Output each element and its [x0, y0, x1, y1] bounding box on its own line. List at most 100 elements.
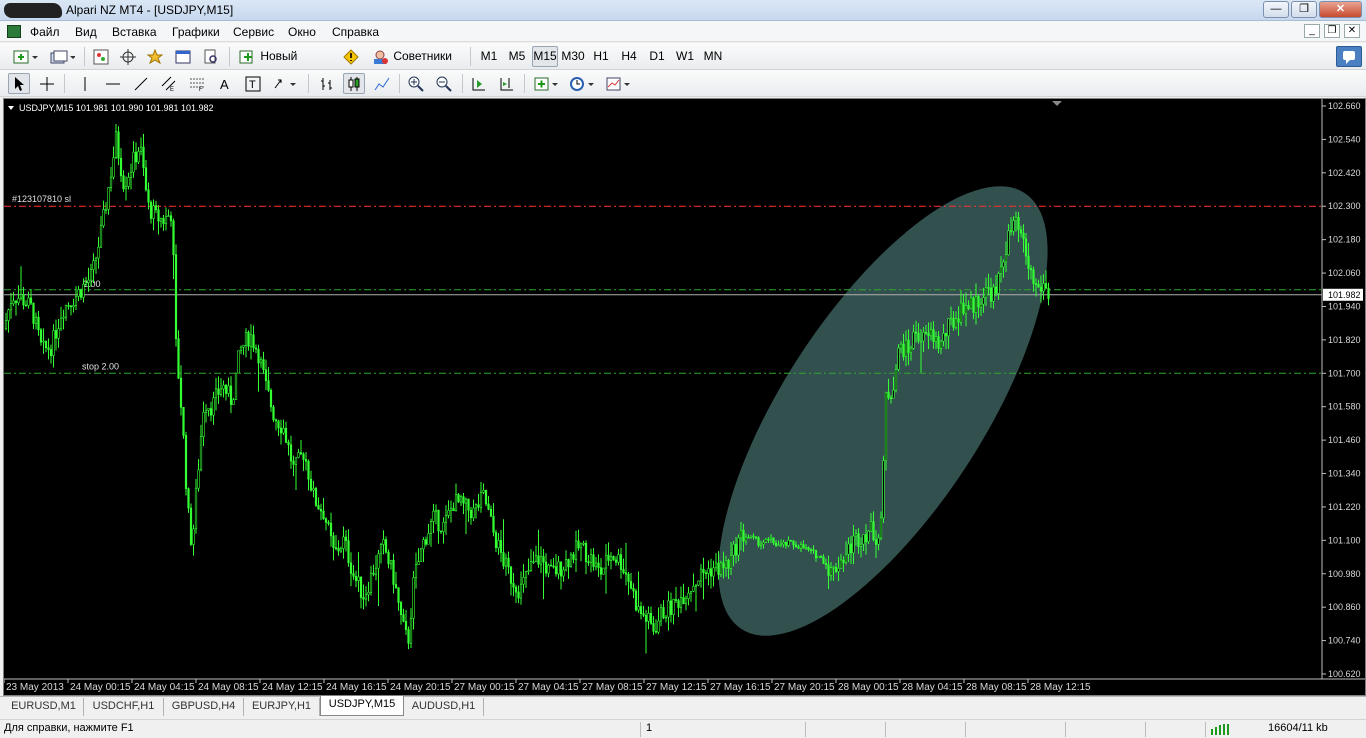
- y-tick-label: 101.700: [1328, 368, 1361, 378]
- candle-body: [632, 587, 635, 592]
- x-tick-label: 28 May 08:15: [966, 682, 1027, 693]
- tf-m30-button[interactable]: M30: [560, 46, 586, 67]
- candle-body: [319, 509, 323, 512]
- mdi-close-button[interactable]: ✕: [1344, 24, 1360, 38]
- candle-body: [839, 559, 843, 569]
- candle-body: [207, 408, 210, 411]
- menu-view[interactable]: Вид: [75, 25, 97, 39]
- candle-body: [34, 316, 38, 324]
- data-window-button[interactable]: [117, 46, 139, 67]
- indicators-dropdown-button[interactable]: [530, 73, 562, 94]
- tf-m15-button[interactable]: M15: [532, 46, 558, 67]
- candle-body: [557, 561, 560, 575]
- candle-body: [114, 131, 118, 158]
- bar-chart-button[interactable]: [316, 73, 338, 94]
- chart-window[interactable]: 102.660 102.540 102.420 102.300 102.180 102.0…: [3, 98, 1366, 696]
- tf-d1-button[interactable]: D1: [644, 46, 670, 67]
- candle-body: [332, 535, 335, 548]
- profiles-button[interactable]: [46, 46, 78, 67]
- candle-body: [297, 452, 300, 458]
- candle-body: [259, 359, 263, 364]
- candle-body: [514, 586, 518, 593]
- candle-body: [542, 556, 545, 563]
- menu-insert[interactable]: Вставка: [112, 25, 157, 39]
- periods-dropdown-button[interactable]: [566, 73, 598, 94]
- chart-shift-button[interactable]: [496, 73, 518, 94]
- candle-body: [1037, 283, 1040, 288]
- zoom-in-button[interactable]: [405, 73, 427, 94]
- candle-body: [729, 554, 733, 569]
- auto-scroll-button[interactable]: [468, 73, 490, 94]
- horizontal-line-button[interactable]: [102, 73, 124, 94]
- tf-mn-button[interactable]: MN: [700, 46, 726, 67]
- chart-window-icon[interactable]: [7, 25, 21, 38]
- tf-h4-button[interactable]: H4: [616, 46, 642, 67]
- templates-dropdown-button[interactable]: [602, 73, 634, 94]
- channel-button[interactable]: E: [158, 73, 180, 94]
- mdi-minimize-button[interactable]: _: [1304, 24, 1320, 38]
- cursor-tool-button[interactable]: [8, 73, 30, 94]
- menu-help[interactable]: Справка: [332, 25, 379, 39]
- candle-body: [39, 329, 43, 343]
- expert-advisors-button[interactable]: Советники: [368, 46, 456, 67]
- market-watch-button[interactable]: [90, 46, 112, 67]
- menu-file[interactable]: Файл: [30, 25, 60, 39]
- minimize-button[interactable]: —: [1263, 1, 1289, 18]
- tab-eurjpy-h1[interactable]: EURJPY,H1: [244, 698, 320, 716]
- terminal-button[interactable]: [172, 46, 194, 67]
- candle-body: [719, 562, 723, 575]
- candle-body: [397, 587, 400, 603]
- fibonacci-button[interactable]: F: [186, 73, 208, 94]
- candle-body: [654, 630, 658, 633]
- candle-body: [419, 548, 423, 562]
- menu-window[interactable]: Окно: [288, 25, 316, 39]
- trendline-button[interactable]: [130, 73, 152, 94]
- new-chart-button[interactable]: [8, 46, 42, 67]
- y-tick-label: 101.340: [1328, 469, 1361, 479]
- candlestick-button[interactable]: [343, 73, 365, 94]
- menu-charts[interactable]: Графики: [172, 25, 220, 39]
- tf-m1-button[interactable]: M1: [476, 46, 502, 67]
- vertical-line-button[interactable]: [74, 73, 96, 94]
- maximize-button[interactable]: ❐: [1291, 1, 1317, 18]
- crosshair-tool-button[interactable]: [36, 73, 58, 94]
- new-order-button[interactable]: Новый Ордер: [235, 46, 337, 82]
- arrows-dropdown-button[interactable]: [270, 73, 300, 94]
- candle-body: [482, 489, 485, 493]
- candle-body: [772, 537, 775, 544]
- candle-body: [49, 349, 53, 356]
- feedback-button[interactable]: [1336, 46, 1362, 67]
- tab-gbpusd-h4[interactable]: GBPUSD,H4: [164, 698, 244, 716]
- candle-body: [1034, 283, 1038, 285]
- candle-body: [994, 286, 998, 294]
- price-chart[interactable]: 102.660 102.540 102.420 102.300 102.180 102.0…: [4, 99, 1365, 695]
- candle-body: [847, 543, 850, 555]
- navigator-button[interactable]: [144, 46, 166, 67]
- magnifier-document-icon: [204, 49, 217, 64]
- text-label-button[interactable]: T: [242, 73, 264, 94]
- tf-m5-button[interactable]: M5: [504, 46, 530, 67]
- metaeditor-button[interactable]: [340, 46, 362, 67]
- tf-w1-button[interactable]: W1: [672, 46, 698, 67]
- candle-body: [492, 516, 495, 533]
- tf-h1-button[interactable]: H1: [588, 46, 614, 67]
- menu-tools[interactable]: Сервис: [233, 25, 274, 39]
- tab-usdjpy-m15[interactable]: USDJPY,M15: [320, 696, 404, 716]
- candle-body: [442, 521, 445, 532]
- tab-usdchf-h1[interactable]: USDCHF,H1: [84, 698, 164, 716]
- text-tool-button[interactable]: A: [214, 73, 236, 94]
- tester-button[interactable]: [200, 46, 222, 67]
- candle-body: [1002, 261, 1005, 268]
- line-chart-button[interactable]: [371, 73, 393, 94]
- zoom-out-button[interactable]: [433, 73, 455, 94]
- mdi-restore-button[interactable]: ❐: [1324, 24, 1340, 38]
- candle-body: [969, 297, 973, 310]
- candle-body: [429, 521, 433, 534]
- close-button[interactable]: ✕: [1319, 1, 1362, 18]
- candle-body: [254, 347, 258, 350]
- candle-body: [669, 600, 673, 615]
- candle-body: [522, 577, 525, 585]
- tab-eurusd-m1[interactable]: EURUSD,M1: [4, 698, 84, 716]
- candle-body: [399, 602, 403, 615]
- tab-audusd-h1[interactable]: AUDUSD,H1: [404, 698, 484, 716]
